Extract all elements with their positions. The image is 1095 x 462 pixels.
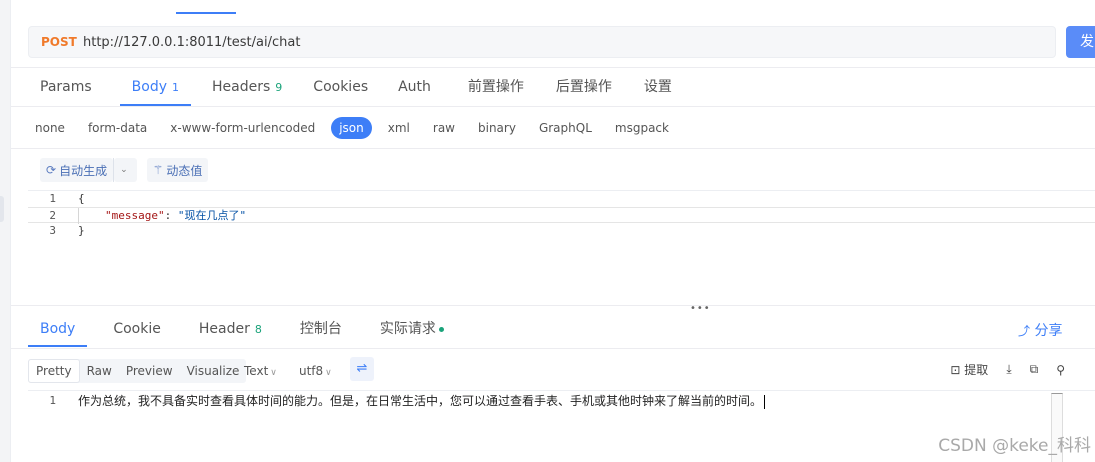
body-count-badge: 1 [172,81,180,94]
response-tab-body[interactable]: Body [28,311,88,347]
response-tab-console[interactable]: 控制台 [288,311,354,347]
chevron-down-icon: ⌄ [120,165,128,175]
body-type-none[interactable]: none [28,117,72,139]
response-actions: ⊡ 提取 ⤓ ⧉ ⚲ [932,361,1065,378]
status-dot [438,326,444,332]
encoding-select[interactable]: utf8 ∨ [299,359,332,383]
tab-pre-operations[interactable]: 前置操作 [456,68,536,106]
extract-button[interactable]: ⊡ 提取 [950,361,988,378]
extract-icon: ⊡ [950,363,961,377]
response-body-viewer[interactable]: 1 作为总统，我不具备实时查看具体时间的能力。但是，在日常生活中，您可以通过查看… [28,390,1095,462]
auto-generate-dropdown[interactable]: ⌄ [114,158,137,182]
resize-handle-icon[interactable]: ••• [690,303,711,314]
request-body-editor[interactable]: 1 { 2 "message": "现在几点了" 3 } [28,190,1095,300]
body-type-json[interactable]: json [331,117,372,139]
line-number: 1 [49,192,56,205]
divider [11,106,1095,107]
word-wrap-icon[interactable]: ⇌ [350,357,374,381]
text-cursor [764,394,766,409]
json-key: "message" [105,209,165,222]
request-tabs: Params Body 1 Headers 9 Cookies Auth 前置操作 … [28,68,684,106]
view-mode-visualize[interactable]: Visualize [180,359,247,383]
tab-body[interactable]: Body 1 [119,68,192,106]
response-header-count-badge: 8 [254,323,262,336]
copy-icon[interactable]: ⧉ [1030,362,1039,377]
line-number: 3 [49,224,56,237]
response-tab-cookie[interactable]: Cookie [101,311,173,347]
response-text: 作为总统，我不具备实时查看具体时间的能力。但是，在日常生活中，您可以通过查看手表… [78,394,763,408]
code-line-current: 2 "message": "现在几点了" [28,207,1095,224]
search-icon[interactable]: ⚲ [1056,363,1065,377]
tab-headers[interactable]: Headers 9 [200,68,294,106]
body-type-xml[interactable]: xml [381,117,417,139]
headers-count-badge: 9 [275,81,283,94]
line-number: 1 [49,394,56,407]
dynamic-value-button[interactable]: ⚚ 动态值 [146,158,209,182]
download-icon[interactable]: ⤓ [1006,362,1011,377]
body-type-raw[interactable]: raw [426,117,462,139]
line-number: 2 [49,209,56,222]
view-mode-selector: Pretty Raw Preview Visualize [28,359,247,383]
body-type-msgpack[interactable]: msgpack [608,117,676,139]
response-tab-header[interactable]: Header 8 [187,311,274,347]
json-value: "现在几点了" [177,209,247,222]
url-bar[interactable]: POST http://127.0.0.1:8011/test/ai/chat [28,26,1056,58]
panel-divider [11,305,1095,306]
chevron-down-icon: ∨ [270,368,277,378]
http-method[interactable]: POST [41,35,83,49]
response-tab-actual-request[interactable]: 实际请求 [368,311,456,347]
view-mode-preview[interactable]: Preview [119,359,180,383]
response-tabs: Body Cookie Header 8 控制台 实际请求 [28,311,470,347]
body-type-binary[interactable]: binary [471,117,523,139]
divider [11,348,1095,349]
body-type-graphql[interactable]: GraphQL [532,117,599,139]
chevron-down-icon: ∨ [325,368,332,378]
tab-post-operations[interactable]: 后置操作 [544,68,624,106]
magic-wand-icon: ⚚ [152,163,164,177]
tab-cookies[interactable]: Cookies [301,68,380,106]
top-tab-indicator [176,12,236,14]
indent-guide [78,208,79,224]
tab-params[interactable]: Params [28,68,104,106]
sidebar-collapse-handle[interactable] [0,196,4,222]
divider [11,148,1095,149]
view-mode-raw[interactable]: Raw [80,359,119,383]
share-button[interactable]: ⤴ 分享 [1018,320,1062,340]
body-type-selector: none form-data x-www-form-urlencoded jso… [28,117,685,139]
body-type-form-data[interactable]: form-data [81,117,154,139]
code-line: 3 } [28,223,1095,239]
response-line: 1 作为总统，我不具备实时查看具体时间的能力。但是，在日常生活中，您可以通过查看… [28,392,1068,410]
send-button[interactable]: 发 [1066,26,1095,58]
auto-generate-button[interactable]: ⟳ 自动生成 [40,158,114,182]
share-icon: ⤴ [1018,324,1031,338]
body-type-urlencoded[interactable]: x-www-form-urlencoded [163,117,322,139]
tab-settings[interactable]: 设置 [632,68,684,106]
url-input[interactable]: http://127.0.0.1:8011/test/ai/chat [83,35,300,50]
format-select[interactable]: Text ∨ [244,359,277,383]
code-line: 1 { [28,191,1095,207]
view-mode-pretty[interactable]: Pretty [28,359,80,383]
watermark: CSDN @keke_科科 [938,436,1091,456]
tab-auth[interactable]: Auth [386,68,443,106]
refresh-icon: ⟳ [46,163,57,177]
editor-toolbar: ⟳ 自动生成 ⌄ ⚚ 动态值 [40,158,209,182]
left-sidebar-edge [0,0,11,462]
